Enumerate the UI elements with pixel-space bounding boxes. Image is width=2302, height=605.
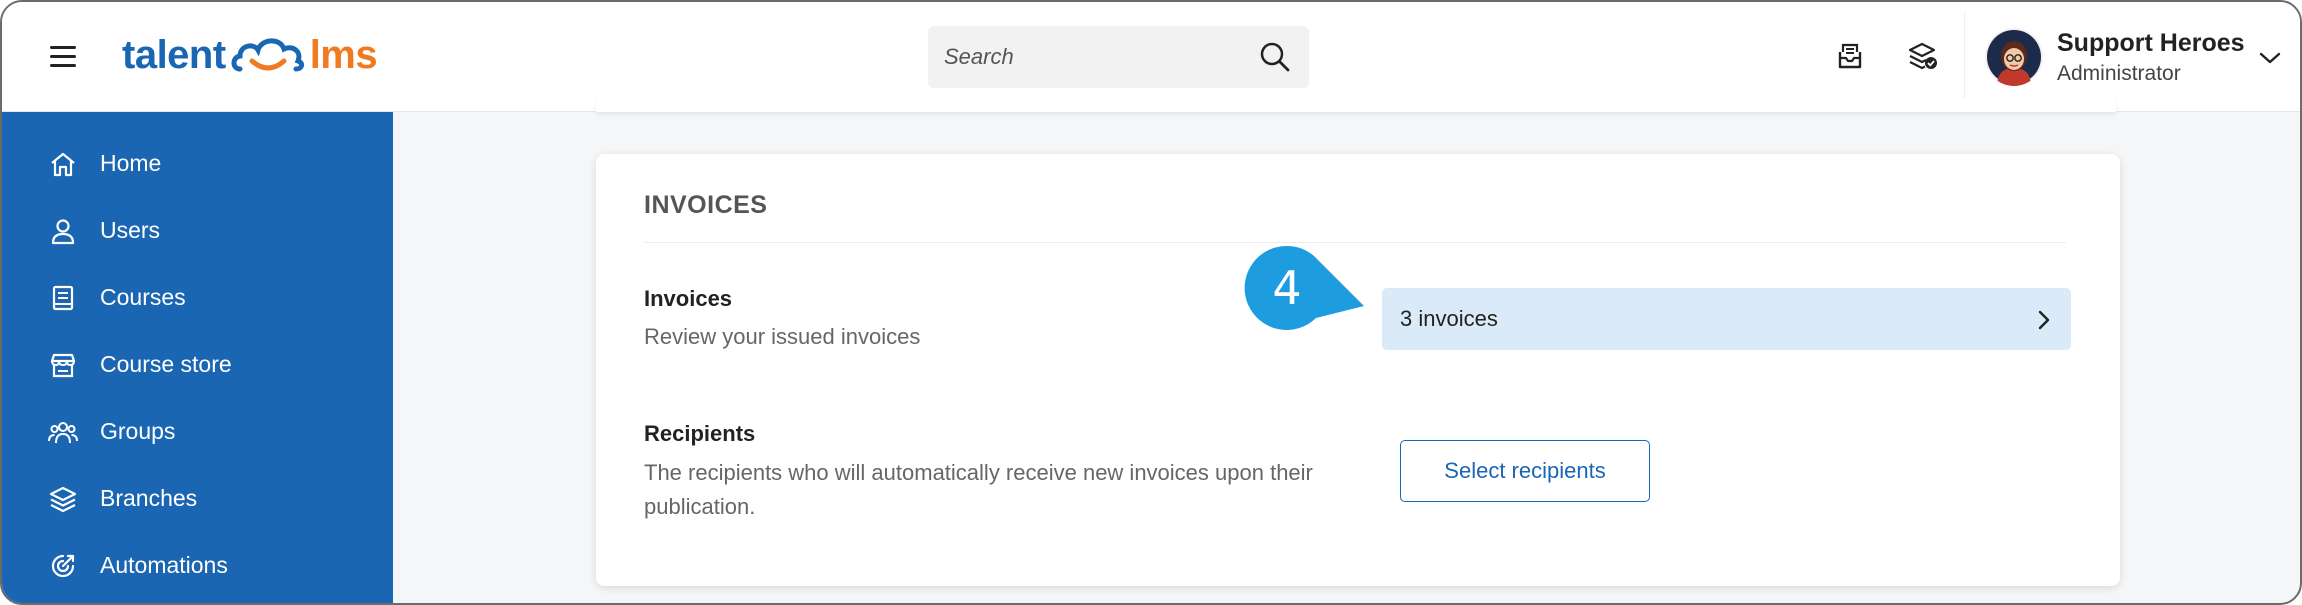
step-callout-number: 4: [1272, 261, 1302, 315]
sidebar-item-automations[interactable]: Automations: [2, 532, 393, 599]
menu-icon[interactable]: [50, 46, 76, 68]
user-name: Support Heroes: [2057, 28, 2245, 57]
sidebar-item-label: Courses: [100, 284, 186, 310]
invoices-card: INVOICES Invoices Review your issued inv…: [596, 154, 2120, 586]
top-header: talent lms Search Support Heroes Adminis…: [2, 2, 2300, 112]
logo-text-lms: lms: [309, 32, 378, 77]
invoices-label: Invoices: [644, 286, 733, 311]
user-icon: [51, 218, 75, 244]
logo-text-talent: talent: [122, 32, 226, 77]
sidebar-item-groups[interactable]: Groups: [2, 398, 393, 465]
user-menu[interactable]: Support Heroes Administrator: [1964, 12, 2300, 102]
search-box: [928, 26, 1309, 88]
cloud-icon: [231, 38, 304, 72]
app-window: talent lms Search Support Heroes Adminis…: [0, 0, 2302, 605]
sidebar-item-branches[interactable]: Branches: [2, 465, 393, 532]
sidebar-item-label: Home: [100, 150, 162, 176]
sidebar: Home Users Courses Course store Groups B…: [2, 112, 393, 603]
talentlms-logo[interactable]: talent lms: [122, 30, 378, 80]
sidebar-item-label: Course store: [100, 351, 232, 377]
chevron-right-icon: [2038, 310, 2050, 330]
sidebar-item-courses[interactable]: Courses: [2, 264, 393, 331]
invoices-button-label: 3 invoices: [1400, 306, 1498, 331]
home-icon: [51, 152, 75, 176]
automation-icon: [51, 554, 75, 577]
divider: [644, 242, 2066, 243]
inbox-icon[interactable]: [1834, 40, 1866, 72]
sidebar-item-label: Automations: [100, 552, 228, 578]
sidebar-item-users[interactable]: Users: [2, 197, 393, 264]
section-title: INVOICES: [644, 191, 768, 219]
chevron-down-icon[interactable]: [2258, 48, 2282, 68]
invoices-button[interactable]: 3 invoices: [1382, 288, 2071, 350]
layers-check-icon[interactable]: [1906, 40, 1938, 72]
search-icon[interactable]: [1259, 41, 1291, 73]
sidebar-item-course-store[interactable]: Course store: [2, 331, 393, 398]
search-input[interactable]: [928, 44, 1259, 70]
user-role: Administrator: [2057, 61, 2181, 85]
recipients-description-line1: The recipients who will automatically re…: [644, 460, 1313, 485]
select-recipients-button[interactable]: Select recipients: [1400, 440, 1650, 502]
sidebar-item-home[interactable]: Home: [2, 130, 393, 197]
store-icon: [50, 353, 76, 377]
recipients-description-line2: publication.: [644, 494, 756, 519]
layers-icon: [49, 486, 77, 512]
sidebar-item-label: Users: [100, 217, 161, 243]
previous-card-edge: [596, 98, 2116, 112]
book-icon: [52, 285, 74, 310]
sidebar-item-label: Branches: [100, 485, 198, 511]
avatar[interactable]: [1985, 28, 2043, 86]
sidebar-item-label: Groups: [100, 418, 176, 444]
groups-icon: [48, 421, 78, 443]
recipients-label: Recipients: [644, 421, 756, 446]
